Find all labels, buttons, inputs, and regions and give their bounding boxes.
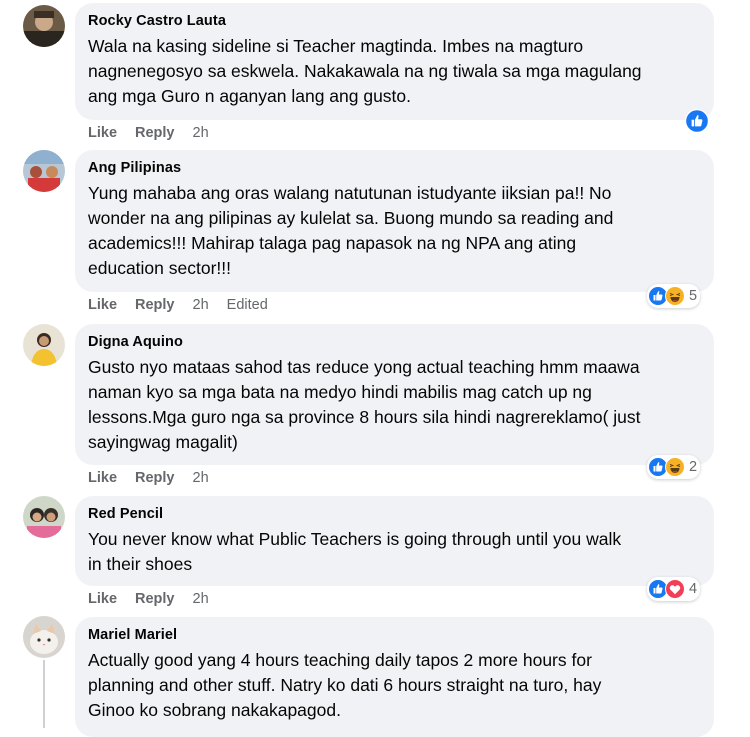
avatar[interactable]: [23, 150, 65, 192]
like-link[interactable]: Like: [88, 125, 117, 141]
avatar[interactable]: [23, 324, 65, 366]
avatar[interactable]: [23, 496, 65, 538]
reply-link[interactable]: Reply: [135, 125, 175, 141]
reply-thread-line: [43, 660, 45, 728]
avatar[interactable]: [23, 5, 65, 47]
edited-label[interactable]: Edited: [227, 297, 268, 313]
haha-reaction-icon: [665, 286, 685, 306]
comment-bubble: Ang Pilipinas Yung mahaba ang oras walan…: [75, 150, 714, 292]
comment-text: Gusto nyo mataas sahod tas reduce yong a…: [88, 357, 641, 452]
like-link[interactable]: Like: [88, 470, 117, 486]
comment-actions: Like Reply 2h Edited: [88, 296, 286, 314]
comment-bubble: Red Pencil You never know what Public Te…: [75, 496, 714, 586]
reaction-summary[interactable]: 5: [647, 284, 701, 308]
love-reaction-icon: [665, 579, 685, 599]
timestamp[interactable]: 2h: [193, 125, 209, 141]
comment-bubble: Mariel Mariel Actually good yang 4 hours…: [75, 617, 714, 737]
reaction-count: 5: [689, 288, 698, 304]
comment-actions: Like Reply 2h: [88, 590, 227, 608]
comment-text: Actually good yang 4 hours teaching dail…: [88, 650, 602, 720]
timestamp[interactable]: 2h: [193, 591, 209, 607]
comment-bubble: Rocky Castro Lauta Wala na kasing sideli…: [75, 3, 714, 120]
reaction-summary[interactable]: 4: [647, 577, 701, 601]
like-link[interactable]: Like: [88, 591, 117, 607]
comment-text: Wala na kasing sideline si Teacher magti…: [88, 36, 642, 106]
haha-reaction-icon: [665, 457, 685, 477]
comment-bubble: Digna Aquino Gusto nyo mataas sahod tas …: [75, 324, 714, 465]
comment-author[interactable]: Mariel Mariel: [88, 626, 700, 644]
comment-text: You never know what Public Teachers is g…: [88, 529, 622, 574]
reaction-summary[interactable]: 2: [647, 455, 701, 479]
like-link[interactable]: Like: [88, 297, 117, 313]
like-reaction-icon: [685, 109, 709, 133]
timestamp[interactable]: 2h: [193, 470, 209, 486]
reaction-count: 4: [689, 581, 698, 597]
comment-actions: Like Reply 2h: [88, 469, 227, 487]
comment-author[interactable]: Ang Pilipinas: [88, 159, 700, 177]
avatar[interactable]: [23, 616, 65, 658]
reaction-summary[interactable]: [684, 109, 709, 133]
timestamp[interactable]: 2h: [193, 297, 209, 313]
reply-link[interactable]: Reply: [135, 470, 175, 486]
reaction-count: 2: [689, 459, 698, 475]
comment-author[interactable]: Red Pencil: [88, 505, 700, 523]
comment-actions: Like Reply 2h: [88, 124, 227, 142]
comment-author[interactable]: Rocky Castro Lauta: [88, 12, 700, 30]
reply-link[interactable]: Reply: [135, 297, 175, 313]
reply-link[interactable]: Reply: [135, 591, 175, 607]
comment-text: Yung mahaba ang oras walang natutunan is…: [88, 183, 614, 278]
comment-author[interactable]: Digna Aquino: [88, 333, 700, 351]
